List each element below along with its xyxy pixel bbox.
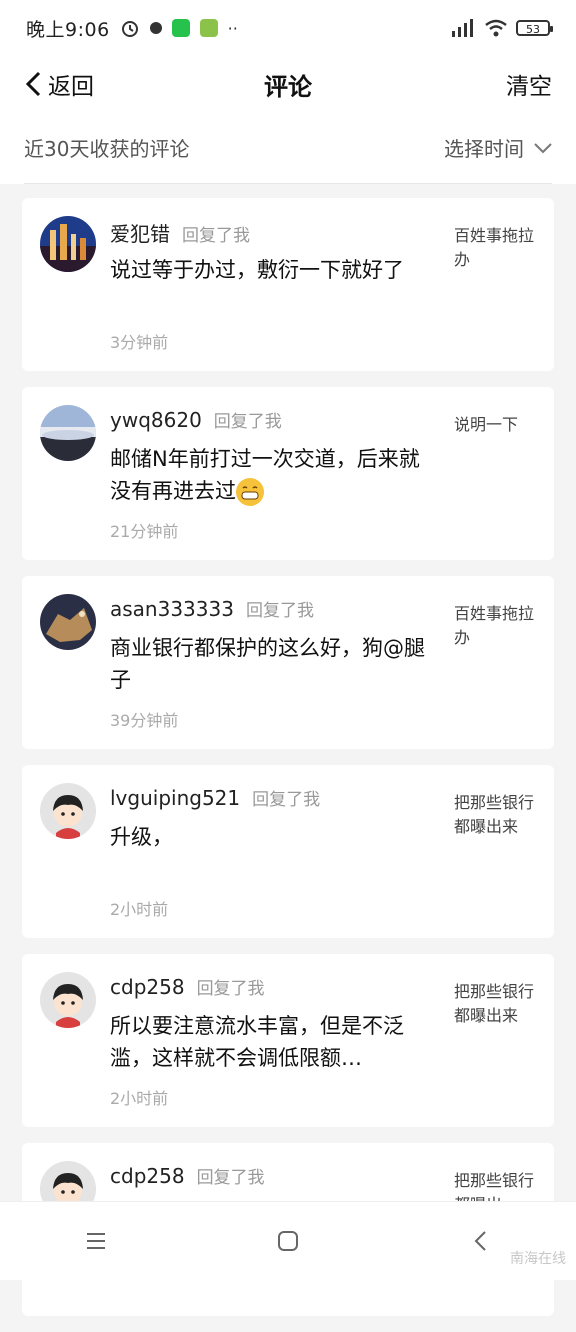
comment-card[interactable]: lvguiping521 回复了我 升级， 2小时前 把那些银行都曝出来 <box>22 765 554 938</box>
comment-text: 所以要注意流水丰富，但是不泛滥，这样就不会调低限额… <box>110 1014 404 1070</box>
home-button[interactable] <box>268 1221 308 1261</box>
watermark-logo: 南海在线 <box>510 1251 566 1267</box>
comment-time: 2小时前 <box>110 900 169 919</box>
comment-author[interactable]: ywq8620 <box>110 408 202 432</box>
filter-bar: 近30天收获的评论 选择时间 <box>0 112 576 184</box>
avatar[interactable] <box>40 216 96 272</box>
comment-time: 39分钟前 <box>110 711 179 730</box>
comment-author[interactable]: cdp258 <box>110 975 185 999</box>
source-post-title[interactable]: 把那些银行都曝出来 <box>454 980 534 1028</box>
comment-card[interactable]: 爱犯错 回复了我 说过等于办过，敷衍一下就好了 3分钟前 百姓事拖拉办 <box>22 198 554 371</box>
comment-time: 3分钟前 <box>110 333 169 352</box>
replied-label: 回复了我 <box>182 226 250 246</box>
replied-label: 回复了我 <box>252 790 321 810</box>
comment-card[interactable]: cdp258 回复了我 所以要注意流水丰富，但是不泛滥，这样就不会调低限额… 2… <box>22 954 554 1127</box>
clear-button[interactable]: 清空 <box>506 67 552 101</box>
app-dot-icon <box>149 22 162 34</box>
comment-text: 邮储N年前打过一次交道，后来就没有再进去过 <box>110 443 440 507</box>
filter-label: 近30天收获的评论 <box>24 137 190 161</box>
comment-text: 说过等于办过，敷衍一下就好了 <box>110 258 404 282</box>
battery-icon: 53 <box>516 20 553 36</box>
avatar[interactable] <box>40 972 96 1028</box>
source-post-title[interactable]: 把那些银行都曝出来 <box>454 791 534 839</box>
wechat-icon <box>171 19 190 37</box>
source-post-title[interactable]: 百姓事拖拉办 <box>454 224 534 272</box>
chevron-down-icon <box>534 142 552 153</box>
comment-text-content: 邮储N年前打过一次交道，后来就没有再进去过 <box>110 447 420 503</box>
home-square-icon <box>278 1231 298 1251</box>
back-triangle-icon <box>474 1231 486 1251</box>
comment-author[interactable]: 爱犯错 <box>110 218 170 247</box>
status-right: 53 <box>450 19 553 37</box>
comment-text: 商业银行都保护的这么好，狗@腿子 <box>110 636 425 692</box>
comment-time: 21分钟前 <box>110 522 179 541</box>
source-post-title[interactable]: 说明一下 <box>454 413 534 437</box>
comment-card[interactable]: asan333333 回复了我 商业银行都保护的这么好，狗@腿子 39分钟前 百… <box>22 576 554 749</box>
download-icon <box>199 19 218 37</box>
comment-time: 2小时前 <box>110 1089 169 1108</box>
replied-label: 回复了我 <box>196 1168 265 1188</box>
comment-text: 升级， <box>110 825 173 849</box>
menu-button[interactable] <box>76 1221 116 1261</box>
signal-icon <box>452 19 473 37</box>
grin-emoji-icon <box>236 478 264 506</box>
menu-icon <box>87 1233 105 1249</box>
system-nav-bar: 南海在线 <box>0 1201 576 1280</box>
avatar[interactable] <box>40 405 96 461</box>
wifi-icon <box>485 19 507 37</box>
header: 返回 评论 清空 <box>0 56 576 112</box>
comment-card[interactable]: ywq8620 回复了我 邮储N年前打过一次交道，后来就没有再进去过 21分钟前… <box>22 387 554 560</box>
comment-list: 爱犯错 回复了我 说过等于办过，敷衍一下就好了 3分钟前 百姓事拖拉办 ywq8… <box>22 198 554 1332</box>
time-select-label: 选择时间 <box>444 137 524 161</box>
replied-label: 回复了我 <box>196 979 265 999</box>
comment-author[interactable]: cdp258 <box>110 1164 185 1188</box>
replied-label: 回复了我 <box>213 412 282 432</box>
avatar[interactable] <box>40 594 96 650</box>
chevron-left-icon <box>25 71 41 97</box>
more-icon: ·· <box>227 18 238 38</box>
comment-author[interactable]: lvguiping521 <box>110 786 240 810</box>
avatar[interactable] <box>40 783 96 839</box>
back-button[interactable]: 返回 <box>24 67 94 101</box>
alarm-icon <box>121 21 138 37</box>
status-bar: 晚上9:06 ·· 53 <box>0 0 576 56</box>
back-nav-button[interactable] <box>460 1221 500 1261</box>
source-post-title[interactable]: 百姓事拖拉办 <box>454 602 534 650</box>
replied-label: 回复了我 <box>245 601 314 621</box>
status-time: 晚上9:06 <box>26 18 110 41</box>
notification-icons: ·· <box>120 18 238 38</box>
time-select[interactable]: 选择时间 <box>444 133 552 162</box>
comment-author[interactable]: asan333333 <box>110 597 234 621</box>
back-label: 返回 <box>48 74 94 100</box>
